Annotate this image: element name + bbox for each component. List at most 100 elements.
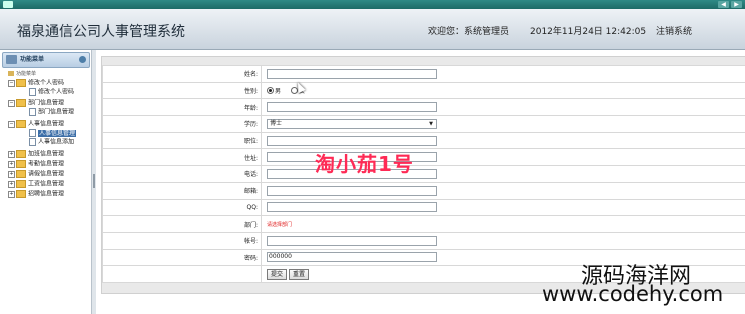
system-title: 福泉通信公司人事管理系统 [17,24,185,40]
phone-label: 电话: [102,165,262,183]
department-label: 部门: [102,215,262,233]
education-select[interactable]: 博士 ▼ [267,118,437,129]
actions-label-cell [102,265,262,283]
form-row-name: 姓名: [102,65,745,83]
address-label: 住址: [102,148,262,167]
age-label: 年龄: [102,98,262,117]
page-header: 福泉通信公司人事管理系统 欢迎您：系统管理员 2012年11月24日 12:42… [0,9,745,50]
collapse-toggle-icon[interactable]: − [8,79,15,87]
tree-node-password[interactable]: − 修改个人密码 [8,79,64,88]
folder-icon [16,190,26,198]
back-arrow-icon[interactable]: ◀ [718,1,729,8]
gender-male-radio[interactable] [267,87,274,95]
site-url-watermark: www.codehy.com [542,282,724,306]
tree-node-label: 招聘信息管理 [28,190,65,198]
forward-arrow-icon[interactable]: ▶ [731,1,742,8]
red-watermark: 淘小茄1号 [315,152,414,176]
account-input[interactable] [267,235,437,246]
page-icon [29,88,36,96]
personnel-form: 姓名: 性别: 男 女 年龄: 学历: 博士 ▼ 职位: 住址: 电话: 邮箱:… [102,65,745,283]
expand-toggle-icon[interactable]: + [8,180,15,188]
welcome-text: 欢迎您：系统管理员 [428,27,510,37]
expand-toggle-icon[interactable]: + [8,160,15,168]
department-tip: 请选择部门 [267,221,293,228]
tree-node-attendance[interactable]: + 考勤信息管理 [8,160,64,169]
position-label: 职位: [102,131,262,150]
tree-node-label: 人事信息管理 [28,120,65,128]
tree-root-icon [8,71,14,76]
form-row-phone: 电话: [102,165,745,183]
education-label: 学历: [102,115,262,133]
app-icon [3,1,13,8]
chevron-down-icon: ▼ [429,120,433,127]
menu-icon [6,55,17,64]
form-row-position: 职位: [102,131,745,150]
expand-toggle-icon[interactable]: + [8,190,15,198]
panel-splitter[interactable] [91,50,96,314]
tree-node-recruit[interactable]: + 招聘信息管理 [8,190,64,199]
form-row-qq: QQ: [102,198,745,217]
tree-node-label: 修改个人密码 [28,79,65,87]
qq-label: QQ: [102,198,262,217]
window-titlebar: ◀ ▶ [0,0,745,9]
tree-leaf-label: 人事信息管理 [38,129,77,137]
reset-button[interactable]: 重置 [289,268,310,280]
gender-label: 性别: [102,81,262,100]
form-row-address: 住址: [102,148,745,167]
folder-icon [16,150,26,158]
expand-toggle-icon[interactable]: + [8,170,15,178]
tree-root: 功能菜单 [8,70,36,77]
education-value: 博士 [270,119,283,127]
password-label: 密码: [102,248,262,267]
page-icon [29,138,36,146]
splitter-grip-icon[interactable] [93,174,95,188]
tree-node-personnel[interactable]: − 人事信息管理 [8,120,64,129]
account-label: 帐号: [102,231,262,250]
menu-header: 功能菜单 [2,52,90,68]
tree-leaf-personnel-add[interactable]: 人事信息添加 [29,138,74,147]
logout-link[interactable]: 注销系统 [656,24,692,37]
tree-node-label: 工资信息管理 [28,180,65,188]
tree-leaf-label: 部门信息管理 [38,108,75,116]
folder-icon [16,120,26,128]
tree-root-label: 功能菜单 [16,71,37,77]
tree-node-leave[interactable]: + 请假信息管理 [8,170,64,179]
page-icon [29,108,36,116]
expand-toggle-icon[interactable]: + [8,150,15,158]
email-label: 邮箱: [102,181,262,200]
email-input[interactable] [267,185,437,196]
tree-node-label: 部门信息管理 [28,99,65,107]
tree-node-department[interactable]: − 部门信息管理 [8,99,64,108]
folder-icon [16,180,26,188]
gender-male-label: 男 [275,88,282,96]
tree-node-label: 请假信息管理 [28,170,65,178]
tree-leaf-label: 人事信息添加 [38,138,75,146]
qq-input[interactable] [267,202,437,213]
tree-node-label: 加班信息管理 [28,150,65,158]
tree-leaf-department[interactable]: 部门信息管理 [29,108,74,117]
collapse-icon[interactable] [79,56,86,63]
form-row-email: 邮箱: [102,181,745,200]
form-row-education: 学历: 博士 ▼ [102,115,745,133]
form-row-gender: 性别: 男 女 [102,81,745,100]
collapse-toggle-icon[interactable]: − [8,120,15,128]
collapse-toggle-icon[interactable]: − [8,99,15,107]
tree-node-salary[interactable]: + 工资信息管理 [8,180,64,189]
folder-icon [16,99,26,107]
menu-title: 功能菜单 [20,56,45,63]
password-input[interactable]: 000000 [267,252,437,263]
folder-icon [16,79,26,87]
form-row-account: 帐号: [102,231,745,250]
submit-button[interactable]: 提交 [267,268,288,280]
tree-leaf-label: 修改个人密码 [38,88,75,96]
name-input[interactable] [267,68,437,79]
form-row-department: 部门: 请选择部门 [102,215,745,233]
age-input[interactable] [267,102,437,113]
form-row-age: 年龄: [102,98,745,117]
tree-leaf-password[interactable]: 修改个人密码 [29,88,74,97]
folder-icon [16,160,26,168]
tree-node-overtime[interactable]: + 加班信息管理 [8,150,64,159]
tree-leaf-personnel-manage[interactable]: 人事信息管理 [29,129,77,138]
form-table: 姓名: 性别: 男 女 年龄: 学历: 博士 ▼ 职位: 住址: 电话: 邮箱:… [102,65,745,283]
position-input[interactable] [267,135,437,146]
